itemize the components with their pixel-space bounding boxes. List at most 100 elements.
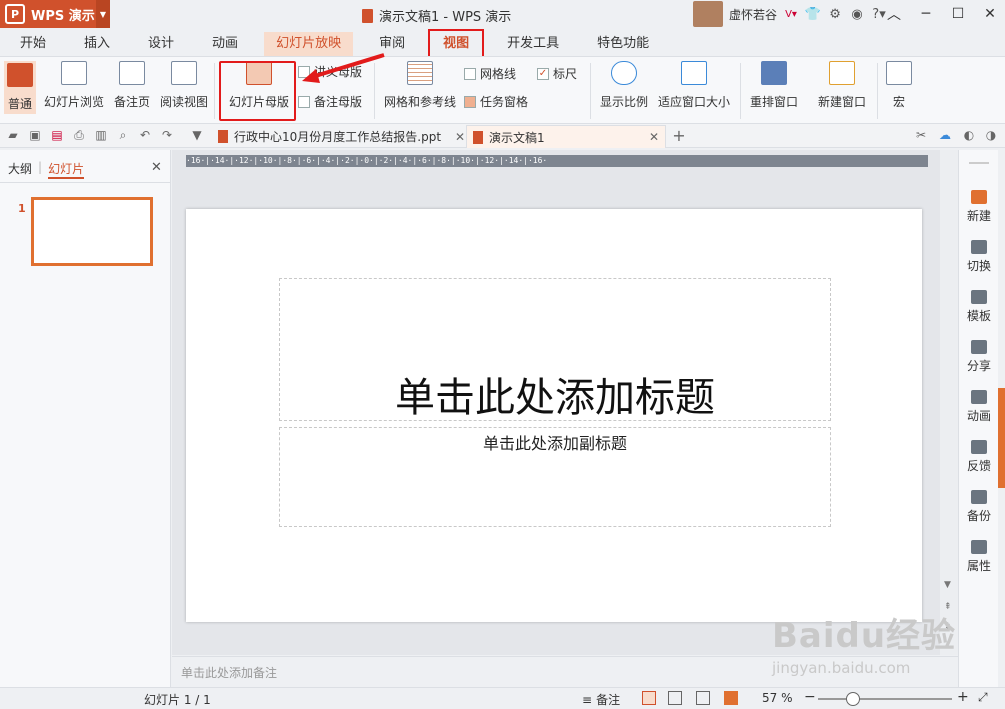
tab-home[interactable]: 开始 [8,32,58,56]
notes-master-button[interactable]: 备注母版 [298,93,362,110]
tab-slides[interactable]: 幻灯片 [48,160,85,179]
tab-design[interactable]: 设计 [136,32,186,56]
tab-special-features[interactable]: 特色功能 [585,32,661,56]
zoom-in-icon[interactable]: + [957,689,969,705]
print-preview-icon[interactable]: ▥ [94,128,108,142]
macro-icon [886,61,912,85]
task-pane-check[interactable] [464,95,476,108]
title-placeholder-text[interactable]: 单击此处添加标题 [280,365,830,423]
close-icon[interactable]: ✕ [151,160,162,175]
tab-file-2[interactable]: 演示文稿1 ✕ [466,125,666,148]
baidu-watermark: Baidu经验 jingyan.baidu.com [772,608,956,677]
slideshow-icon[interactable] [724,691,738,705]
notes-toggle[interactable]: ≡ 备注 [582,691,620,708]
settings-icon[interactable]: ⚙ [827,6,843,22]
chevron-down-icon[interactable]: ▼ [96,0,110,28]
sidebar-item-share[interactable]: 分享 [959,340,999,374]
fit-window-button[interactable]: 适应窗口大小 [658,61,730,110]
normal-view-icon[interactable] [642,691,656,705]
horizontal-ruler[interactable]: ·16·|·14·|·12·|·10·|·8·|·6·|·4·|·2·|·0·|… [186,155,928,167]
task-pane-checkbox[interactable]: 任务窗格 [464,93,528,110]
tab-developer[interactable]: 开发工具 [495,32,571,56]
save-icon[interactable]: ▣ [28,128,42,142]
avatar[interactable] [693,1,723,27]
slide-sorter-button[interactable]: 幻灯片浏览 [44,61,104,110]
ruler-label: 标尺 [553,67,578,81]
editing-canvas[interactable]: ·16·|·14·|·12·|·10·|·8·|·6·|·4·|·2·|·0·|… [172,150,958,655]
minimize-button[interactable]: ─ [910,0,942,28]
reading-view-icon[interactable] [696,691,710,705]
zoom-label: 显示比例 [600,95,649,109]
vip-icon: V▾ [785,8,797,20]
sidebar-item-backup[interactable]: 备份 [959,490,999,524]
skin-icon[interactable]: 👕 [805,6,821,22]
tab-animation[interactable]: 动画 [200,32,250,56]
subtitle-placeholder-text[interactable]: 单击此处添加副标题 [280,430,830,454]
document-tab-bar: ▰ ▣ ▤ ⎙ ▥ ⌕ ↶ ↷ ▼ 行政中心10月份月度工作总结报告.ppt ✕… [0,124,1005,148]
grid-guides-label: 网格和参考线 [384,95,457,109]
sidebar-item-feedback[interactable]: 反馈 [959,440,999,474]
gridlines-check[interactable] [464,67,476,80]
sidebar-collapse-handle[interactable] [998,388,1005,488]
tab-view[interactable]: 视图 [428,29,485,59]
slide-sorter-icon[interactable] [668,691,682,705]
grid-guides-button[interactable]: 网格和参考线 [384,61,456,110]
close-button[interactable]: ✕ [974,0,1005,28]
sidebar-item-animation[interactable]: 动画 [959,390,999,424]
ruler-checkbox[interactable]: ✓ 标尺 [537,65,577,82]
weibo-icon[interactable]: ◉ [849,6,865,22]
export-pdf-icon[interactable]: ▤ [50,128,64,142]
zoom-button[interactable]: 显示比例 [600,61,648,110]
collapse-ribbon-icon[interactable]: ︿ [878,0,910,28]
ruler-check[interactable]: ✓ [537,67,549,80]
sidebar-item-properties[interactable]: 属性 [959,540,999,574]
notes-page-label: 备注页 [114,95,151,109]
app-menu-button[interactable]: P WPS 演示 ▼ [0,0,110,28]
sidebar-item-template[interactable]: 模板 [959,290,999,324]
doc-icon[interactable]: ◐ [962,128,976,142]
sidebar-item-new[interactable]: 新建 [959,190,999,224]
reading-view-button[interactable]: 阅读视图 [160,61,208,110]
arrange-window-button[interactable]: 重排窗口 [750,61,798,110]
zoom-slider-handle[interactable] [846,692,860,706]
add-tab-icon[interactable]: + [672,126,686,145]
tab-file-1[interactable]: 行政中心10月份月度工作总结报告.ppt ✕ [212,125,471,148]
fit-slide-icon[interactable]: ⤢ [978,690,988,705]
document-icon[interactable]: ◑ [984,128,998,142]
template-icon [971,290,987,304]
notes-page-button[interactable]: 备注页 [114,61,150,110]
zoom-out-icon[interactable]: − [804,689,816,705]
close-tab-icon[interactable]: ✕ [455,130,465,144]
macro-button[interactable]: 宏 [886,61,912,110]
slide-thumbnail[interactable] [31,197,153,266]
gridlines-checkbox[interactable]: 网格线 [464,65,516,82]
title-placeholder[interactable]: 单击此处添加标题 [279,278,831,421]
chevron-down-icon[interactable]: ▼ [190,128,204,142]
cloud-icon[interactable]: ☁ [938,128,952,142]
undo-icon[interactable]: ↶ [138,128,152,142]
find-icon[interactable]: ⌕ [116,128,130,142]
close-tab-icon[interactable]: ✕ [649,130,659,144]
scroll-down-icon[interactable]: ▼ [944,580,951,590]
tab-outline[interactable]: 大纲 [8,160,32,179]
open-icon[interactable]: ▰ [6,128,20,142]
maximize-button[interactable]: ☐ [942,0,974,28]
slide-sorter-icon [61,61,87,85]
new-window-button[interactable]: 新建窗口 [818,61,866,110]
print-icon[interactable]: ⎙ [72,128,86,142]
normal-view-button[interactable]: 普通 [4,61,36,114]
slide-sorter-label: 幻灯片浏览 [44,95,105,109]
ribbon-separator [877,63,878,119]
sidebar-item-transition[interactable]: 切换 [959,240,999,274]
ribbon-separator [590,63,591,119]
redo-icon[interactable]: ↷ [160,128,174,142]
zoom-level[interactable]: 57 % [762,691,793,705]
slide[interactable]: 单击此处添加标题 单击此处添加副标题 [186,209,922,622]
user-area[interactable]: 虚怀若谷 V▾ 👕 ⚙ ◉ ?▾ [693,0,887,28]
subtitle-placeholder[interactable]: 单击此处添加副标题 [279,427,831,527]
zoom-slider-track[interactable] [818,698,952,700]
tab-insert[interactable]: 插入 [72,32,122,56]
vertical-scrollbar[interactable]: ▼ ⇞ ⇟ [940,150,958,655]
tools-icon[interactable]: ✂ [914,128,928,142]
user-name[interactable]: 虚怀若谷 [729,6,777,23]
